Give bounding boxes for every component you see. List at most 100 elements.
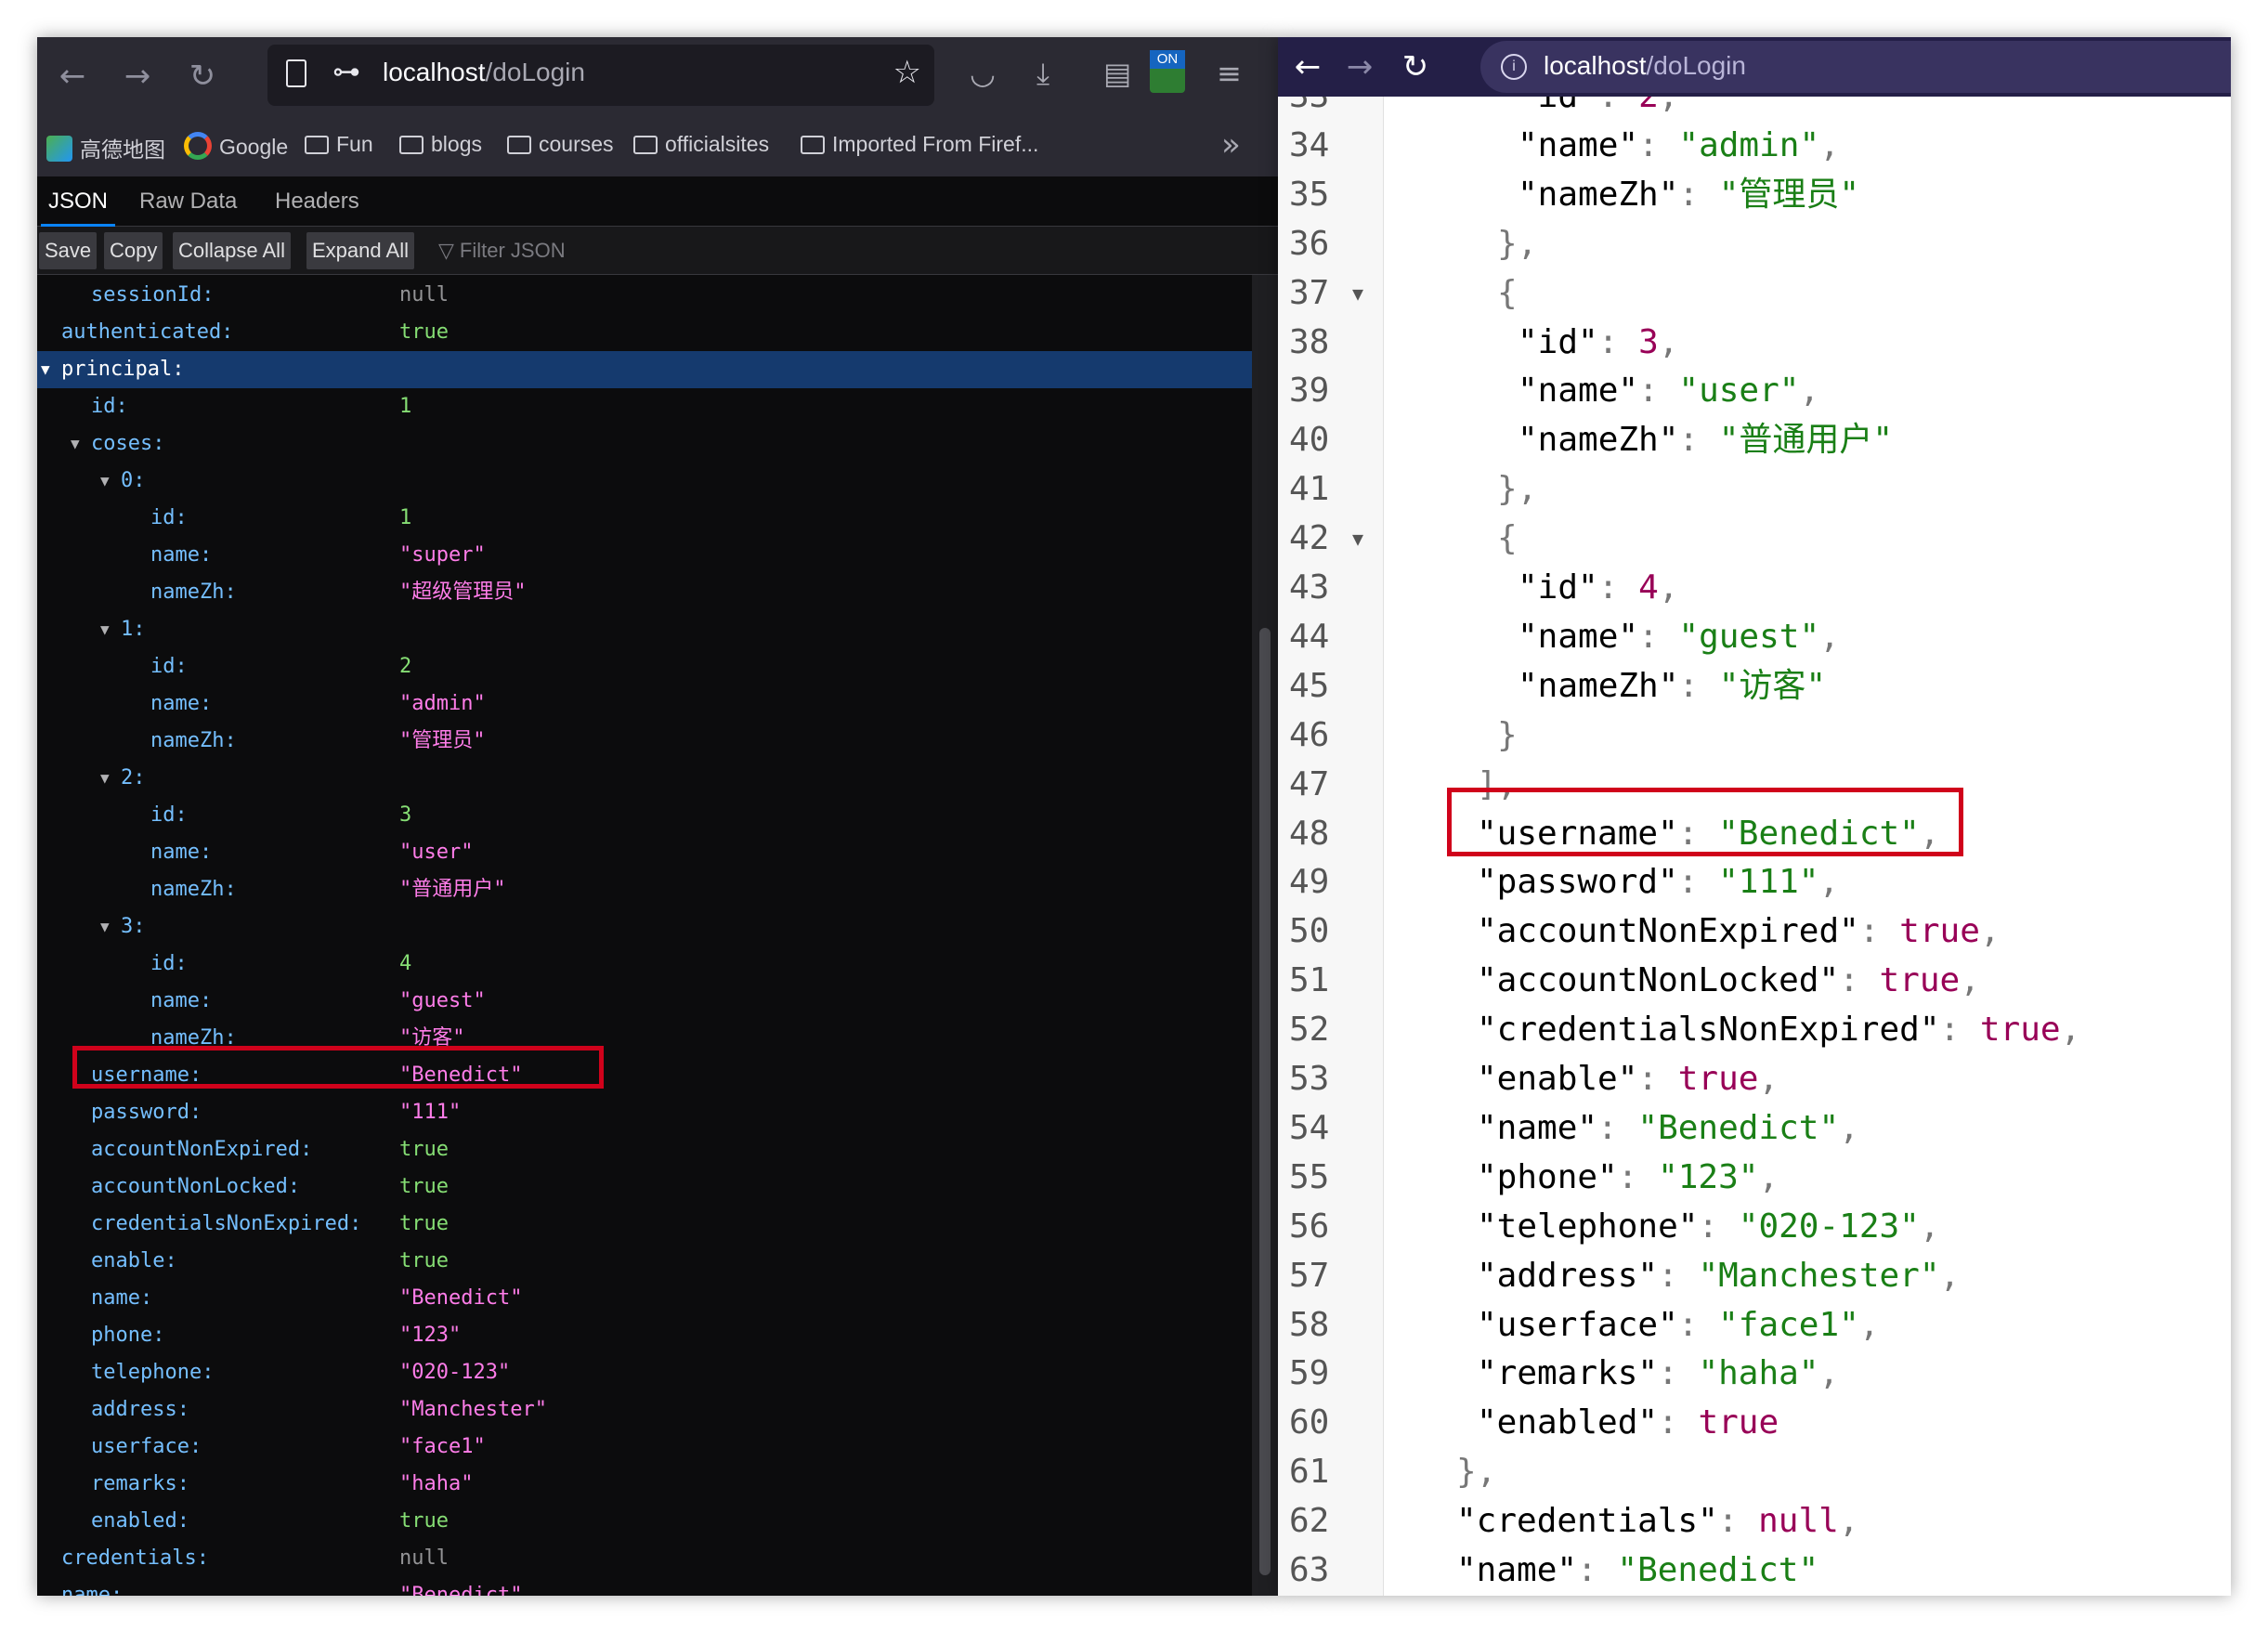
expand-toggle-icon[interactable]: ▼ (100, 760, 110, 797)
bookmark-item[interactable]: Google (184, 132, 288, 163)
json-key: phone: (91, 1324, 165, 1347)
bookmark-label: blogs (431, 132, 482, 156)
code-content: "enable": true, (1477, 1055, 1779, 1104)
line-number: 39 (1289, 372, 1330, 411)
code-line: 54 "name": "Benedict", (1278, 1104, 2231, 1154)
bookmark-item[interactable]: courses (507, 132, 614, 163)
fold-toggle-icon[interactable]: ▼ (1352, 515, 1363, 564)
json-value: true (399, 1212, 449, 1235)
expand-toggle-icon[interactable]: ▼ (100, 908, 110, 946)
json-string-token: "Benedict" (1637, 1108, 1840, 1147)
bookmark-item[interactable]: Fun (305, 132, 373, 163)
forward-arrow-icon[interactable]: → (1337, 45, 1382, 89)
json-row[interactable]: ▼ principal: (37, 351, 1252, 388)
bookmark-star-icon[interactable]: ☆ (893, 54, 921, 91)
code-content: }, (1456, 1448, 1496, 1497)
json-row: nameZh: "管理员" (37, 723, 1252, 760)
json-value: "admin" (399, 692, 486, 715)
tab-json[interactable]: JSON (41, 176, 116, 227)
scrollbar[interactable] (1252, 275, 1278, 1596)
forward-arrow-icon[interactable]: → (115, 54, 160, 98)
punctuation-token: , (1960, 961, 1980, 1000)
expand-all-button[interactable]: Expand All (306, 232, 414, 269)
json-key-token: "name" (1456, 1551, 1578, 1589)
json-viewer-actions: ▽ Filter JSON Save Copy Collapse All Expand … (37, 227, 1278, 275)
json-row: userface: "face1" (37, 1429, 1252, 1466)
punctuation-token: }, (1456, 1453, 1497, 1492)
site-info-icon[interactable]: i (1501, 54, 1527, 80)
bookmark-item[interactable]: Imported From Firef... (801, 132, 1038, 163)
tab-headers[interactable]: Headers (267, 176, 367, 227)
menu-icon[interactable]: ≡ (1217, 56, 1242, 91)
json-key-token: "name" (1477, 1108, 1598, 1147)
json-key: name: (150, 989, 213, 1012)
back-arrow-icon[interactable]: ← (1285, 45, 1330, 89)
json-row: id: 3 (37, 797, 1252, 834)
download-icon[interactable]: ⤓ (1036, 56, 1049, 92)
line-number: 48 (1289, 814, 1330, 853)
tab-raw-data[interactable]: Raw Data (132, 176, 244, 227)
filter-placeholder: Filter JSON (459, 239, 566, 262)
json-row: address: "Manchester" (37, 1391, 1252, 1429)
address-bar[interactable]: ⊶ localhost/doLogin ☆ (267, 45, 934, 106)
json-row: name: "Benedict" (37, 1577, 1252, 1596)
code-line: 57 "address": "Manchester", (1278, 1252, 2231, 1301)
json-viewer-tabs: JSON Raw Data Headers (37, 176, 1278, 227)
json-row: enable: true (37, 1243, 1252, 1280)
pocket-icon[interactable]: ◡ (970, 56, 996, 91)
code-line: 36}, (1278, 220, 2231, 269)
punctuation-token: : (1638, 617, 1679, 656)
expand-toggle-icon[interactable]: ▼ (100, 611, 110, 648)
fold-toggle-icon[interactable]: ▼ (1352, 269, 1363, 319)
chevron-more-icon[interactable]: » (1221, 126, 1241, 163)
code-line: 49 "password": "111", (1278, 858, 2231, 907)
json-key-token: "phone" (1477, 1157, 1618, 1196)
library-icon[interactable]: ▤ (1103, 56, 1131, 91)
code-line: 63 "name": "Benedict" (1278, 1546, 2231, 1596)
bookmark-label: officialsites (665, 132, 770, 156)
bookmark-item[interactable]: blogs (399, 132, 482, 163)
code-content: "name": "Benedict" (1456, 1546, 1818, 1596)
json-row[interactable]: ▼ 2: (37, 760, 1252, 797)
reload-icon[interactable]: ↻ (1393, 45, 1438, 89)
code-content: "telephone": "020-123", (1477, 1203, 1940, 1252)
json-value: true (399, 320, 449, 344)
expand-toggle-icon[interactable]: ▼ (41, 351, 50, 388)
url-text: localhost/doLogin (383, 58, 585, 87)
expand-toggle-icon[interactable]: ▼ (100, 463, 110, 500)
json-row[interactable]: ▼ coses: (37, 425, 1252, 463)
extension-on-icon[interactable]: ON (1150, 50, 1185, 93)
code-content: "phone": "123", (1477, 1154, 1779, 1203)
json-row[interactable]: ▼ 3: (37, 908, 1252, 946)
filter-json-input[interactable]: ▽ Filter JSON (438, 232, 566, 269)
code-content: "id": 3, (1518, 319, 1678, 368)
json-row[interactable]: ▼ 1: (37, 611, 1252, 648)
json-literal-token: true (1879, 961, 1961, 1000)
copy-button[interactable]: Copy (104, 232, 163, 269)
code-line: 53 "enable": true, (1278, 1055, 2231, 1104)
omnibox[interactable]: i localhost/doLogin (1480, 41, 2231, 93)
code-content: "nameZh": "普通用户" (1518, 416, 1893, 465)
save-button[interactable]: Save (39, 232, 98, 269)
json-row[interactable]: ▼ 0: (37, 463, 1252, 500)
line-number: 44 (1289, 617, 1330, 656)
punctuation-token: : (1658, 1256, 1699, 1295)
code-line: 37 ▼ { (1278, 269, 2231, 319)
line-number: 53 (1289, 1060, 1330, 1098)
reload-icon[interactable]: ↻ (180, 54, 225, 98)
json-value: true (399, 1509, 449, 1533)
json-string-token: "访客" (1718, 666, 1827, 705)
bookmark-item[interactable]: 高德地图 (46, 132, 165, 163)
collapse-all-button[interactable]: Collapse All (173, 232, 291, 269)
permissions-key-icon[interactable]: ⊶ (332, 56, 360, 88)
code-content: "name": "guest", (1518, 613, 1840, 662)
json-key-token: "accountNonLocked" (1477, 961, 1840, 1000)
json-key: enabled: (91, 1509, 189, 1533)
json-key-token: "name" (1518, 372, 1639, 411)
back-arrow-icon[interactable]: ← (50, 54, 95, 98)
scrollbar-thumb[interactable] (1259, 628, 1271, 1575)
bookmark-item[interactable]: officialsites (633, 132, 769, 163)
punctuation-token: , (1979, 912, 2001, 951)
punctuation-token: , (1939, 1256, 1961, 1295)
expand-toggle-icon[interactable]: ▼ (71, 425, 80, 463)
